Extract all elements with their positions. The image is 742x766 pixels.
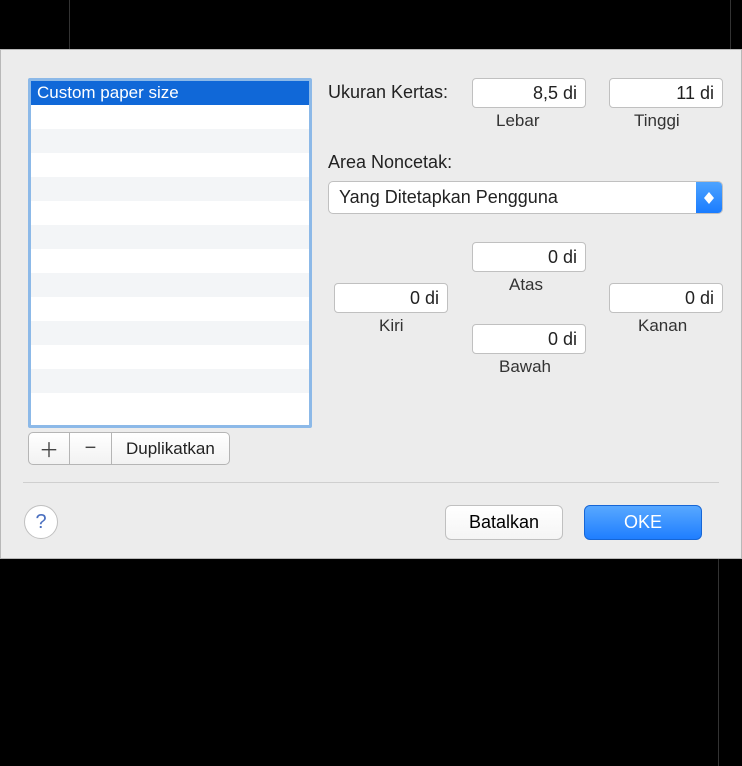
paper-size-list[interactable]: Custom paper size <box>28 78 312 428</box>
nonprint-label: Area Noncetak: <box>328 152 452 173</box>
margin-bottom-input[interactable]: 0 di <box>472 324 586 354</box>
question-icon: ? <box>35 511 46 534</box>
list-item-empty <box>31 153 309 177</box>
height-sublabel: Tinggi <box>634 111 680 131</box>
ok-button[interactable]: OKE <box>584 505 702 540</box>
remove-button[interactable]: − <box>70 432 112 465</box>
list-toolbar: ＋ − Duplikatkan <box>28 432 230 465</box>
margin-top-input[interactable]: 0 di <box>472 242 586 272</box>
list-item-empty <box>31 345 309 369</box>
margin-bottom-label: Bawah <box>499 357 551 377</box>
width-sublabel: Lebar <box>496 111 539 131</box>
nonprint-select[interactable]: Yang Ditetapkan Pengguna <box>328 181 723 214</box>
plus-icon: ＋ <box>39 434 59 463</box>
nonprint-select-value: Yang Ditetapkan Pengguna <box>329 187 696 208</box>
list-item-empty <box>31 105 309 129</box>
margin-right-label: Kanan <box>638 316 687 336</box>
minus-icon: − <box>85 437 97 460</box>
margin-top-label: Atas <box>509 275 543 295</box>
list-item-selected[interactable]: Custom paper size <box>31 81 309 105</box>
list-item-empty <box>31 201 309 225</box>
list-item-empty <box>31 297 309 321</box>
custom-paper-size-dialog: Custom paper size ＋ − Duplikatkan Ukur <box>0 49 742 559</box>
margin-left-input[interactable]: 0 di <box>334 283 448 313</box>
list-item-empty <box>31 369 309 393</box>
width-input[interactable]: 8,5 di <box>472 78 586 108</box>
height-input[interactable]: 11 di <box>609 78 723 108</box>
cancel-button[interactable]: Batalkan <box>445 505 563 540</box>
list-item-empty <box>31 273 309 297</box>
list-item-empty <box>31 177 309 201</box>
margin-right-input[interactable]: 0 di <box>609 283 723 313</box>
updown-icon <box>696 182 722 213</box>
margin-left-label: Kiri <box>379 316 404 336</box>
list-item-empty <box>31 249 309 273</box>
list-item-empty <box>31 321 309 345</box>
separator-line <box>23 482 719 483</box>
duplicate-button[interactable]: Duplikatkan <box>112 432 230 465</box>
paper-size-label: Ukuran Kertas: <box>328 82 448 103</box>
help-button[interactable]: ? <box>24 505 58 539</box>
list-item-empty <box>31 225 309 249</box>
list-item-empty <box>31 393 309 417</box>
add-button[interactable]: ＋ <box>28 432 70 465</box>
list-item-empty <box>31 129 309 153</box>
